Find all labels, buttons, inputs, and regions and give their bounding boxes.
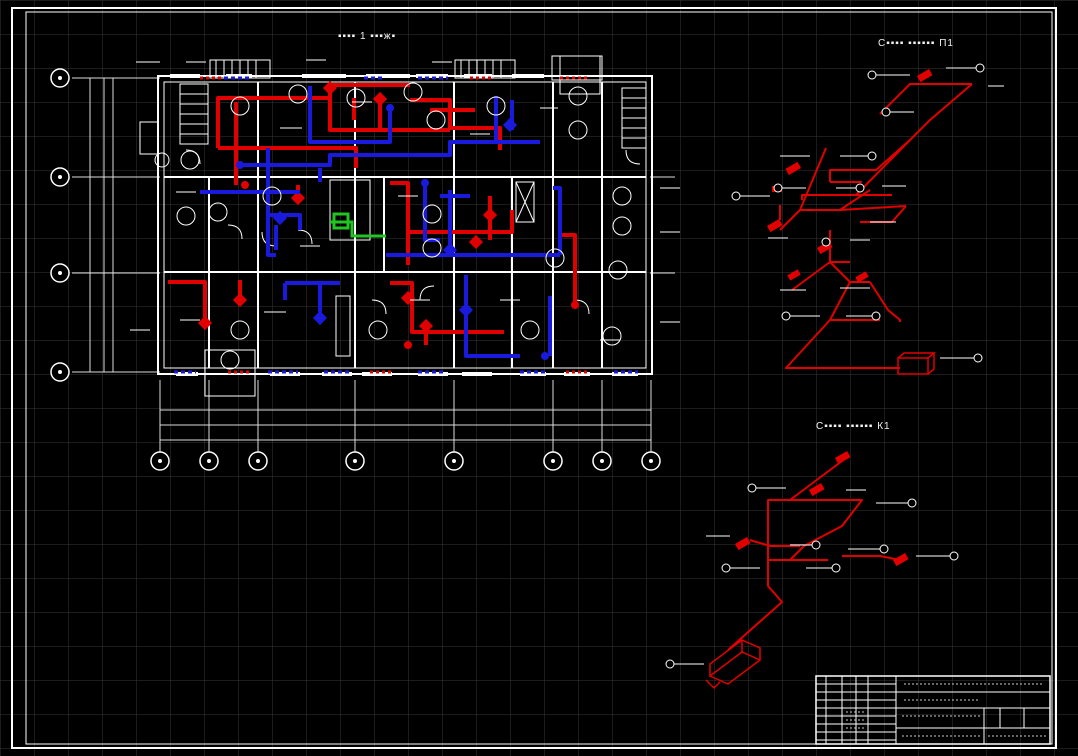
- plan-title: ▪▪▪▪ 1 ▪▪▪ж▪: [338, 31, 397, 42]
- grid-background: [0, 0, 1078, 756]
- scheme-p1-title: С▪▪▪▪ ▪▪▪▪▪▪ П1: [878, 38, 954, 49]
- scheme-k1-title: С▪▪▪▪ ▪▪▪▪▪▪ К1: [816, 421, 891, 432]
- cad-drawing-canvas[interactable]: [0, 0, 1078, 756]
